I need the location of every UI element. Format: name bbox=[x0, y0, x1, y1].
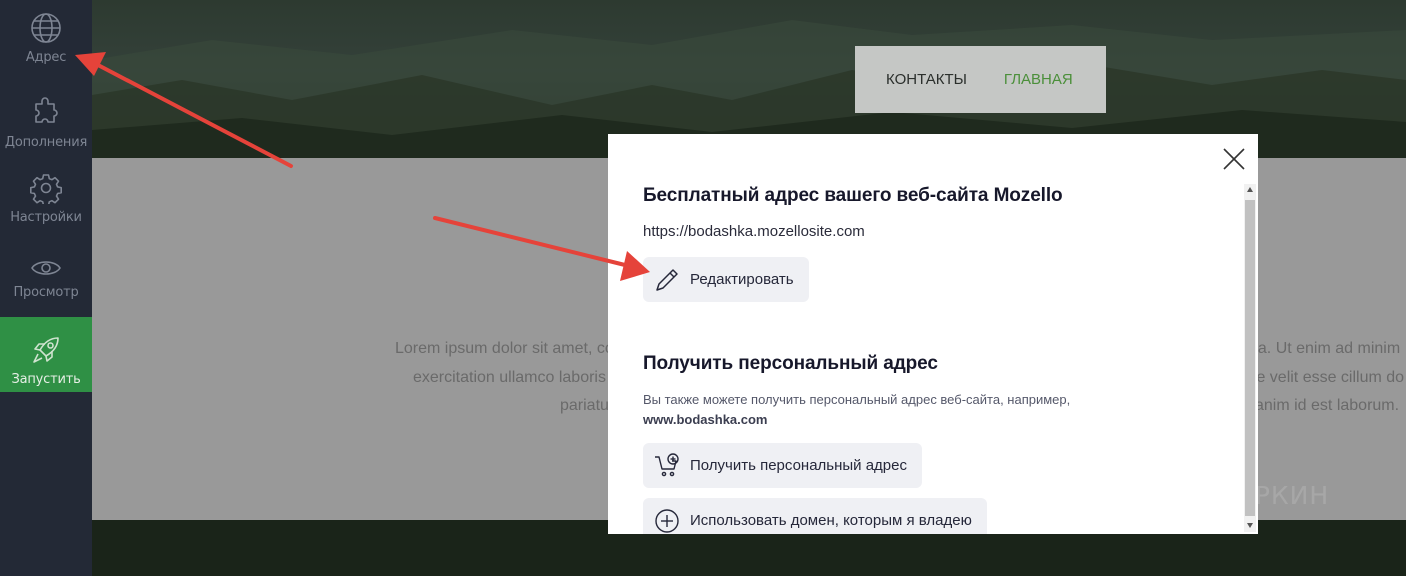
free-address-url: https://bodashka.mozellosite.com bbox=[643, 223, 865, 240]
address-modal: Бесплатный адрес вашего веб-сайта Mozell… bbox=[608, 134, 1258, 534]
puzzle-icon bbox=[35, 97, 58, 123]
get-personal-address-label: Получить персональный адрес bbox=[690, 457, 907, 474]
globe-icon bbox=[31, 13, 61, 43]
cart-plus-icon bbox=[655, 452, 679, 476]
sidebar-item-launch[interactable]: Запустить bbox=[0, 317, 92, 392]
site-nav: КОНТАКТЫ ГЛАВНАЯ bbox=[855, 46, 1106, 113]
sidebar-item-label: Адрес bbox=[25, 50, 67, 65]
close-icon bbox=[1223, 148, 1245, 170]
get-personal-address-button[interactable]: Получить персональный адрес bbox=[643, 443, 922, 488]
nav-link-contacts[interactable]: КОНТАКТЫ bbox=[886, 71, 967, 88]
sidebar: Адрес Дополнения Настройки Просмотр Запу… bbox=[0, 0, 92, 576]
sidebar-item-settings[interactable]: Настройки bbox=[0, 155, 92, 230]
pencil-icon bbox=[656, 268, 678, 291]
lorem-right-text: anim id est laborum. bbox=[1255, 397, 1400, 414]
close-button[interactable] bbox=[1223, 148, 1245, 170]
personal-desc-text: Вы также можете получить персональный ад… bbox=[643, 392, 1071, 407]
personal-example-domain: www.bodashka.com bbox=[643, 412, 768, 427]
sidebar-item-label: Просмотр bbox=[13, 285, 79, 300]
edit-button[interactable]: Редактировать bbox=[643, 257, 809, 302]
gear-icon bbox=[30, 174, 62, 204]
nav-link-home[interactable]: ГЛАВНАЯ bbox=[1004, 71, 1073, 88]
sidebar-item-label: Настройки bbox=[10, 210, 82, 225]
sidebar-item-address[interactable]: Адрес bbox=[0, 0, 92, 70]
lorem-left-text: exercitation ullamco laboris bbox=[413, 369, 606, 386]
modal-scrollbar[interactable] bbox=[1244, 184, 1256, 532]
plus-circle-icon bbox=[655, 508, 679, 533]
use-own-domain-button[interactable]: Использовать домен, которым я владею bbox=[643, 498, 987, 534]
eye-icon bbox=[31, 261, 61, 275]
personal-address-title: Получить персональный адрес bbox=[643, 353, 938, 374]
sidebar-item-addons[interactable]: Дополнения bbox=[0, 80, 92, 155]
lorem-right-text: te velit esse cillum do bbox=[1252, 369, 1405, 386]
sidebar-item-label: Дополнения bbox=[4, 135, 88, 150]
sidebar-item-label: Запустить bbox=[11, 372, 81, 387]
lorem-left-text: Lorem ipsum dolor sit amet, co bbox=[395, 340, 614, 357]
lorem-right-text: ua. Ut enim ad minim bbox=[1249, 340, 1401, 357]
lorem-left-text: pariatu bbox=[560, 397, 609, 414]
rocket-icon bbox=[33, 337, 59, 363]
scroll-down-arrow-icon[interactable] bbox=[1247, 523, 1253, 528]
scroll-thumb[interactable] bbox=[1245, 200, 1255, 516]
edit-button-label: Редактировать bbox=[690, 271, 794, 288]
personal-address-description: Вы также можете получить персональный ад… bbox=[643, 390, 1163, 430]
free-address-title: Бесплатный адрес вашего веб-сайта Mozell… bbox=[643, 185, 1063, 206]
sidebar-item-preview[interactable]: Просмотр bbox=[0, 230, 92, 305]
scroll-up-arrow-icon[interactable] bbox=[1247, 187, 1253, 192]
use-own-domain-label: Использовать домен, которым я владею bbox=[690, 512, 972, 529]
